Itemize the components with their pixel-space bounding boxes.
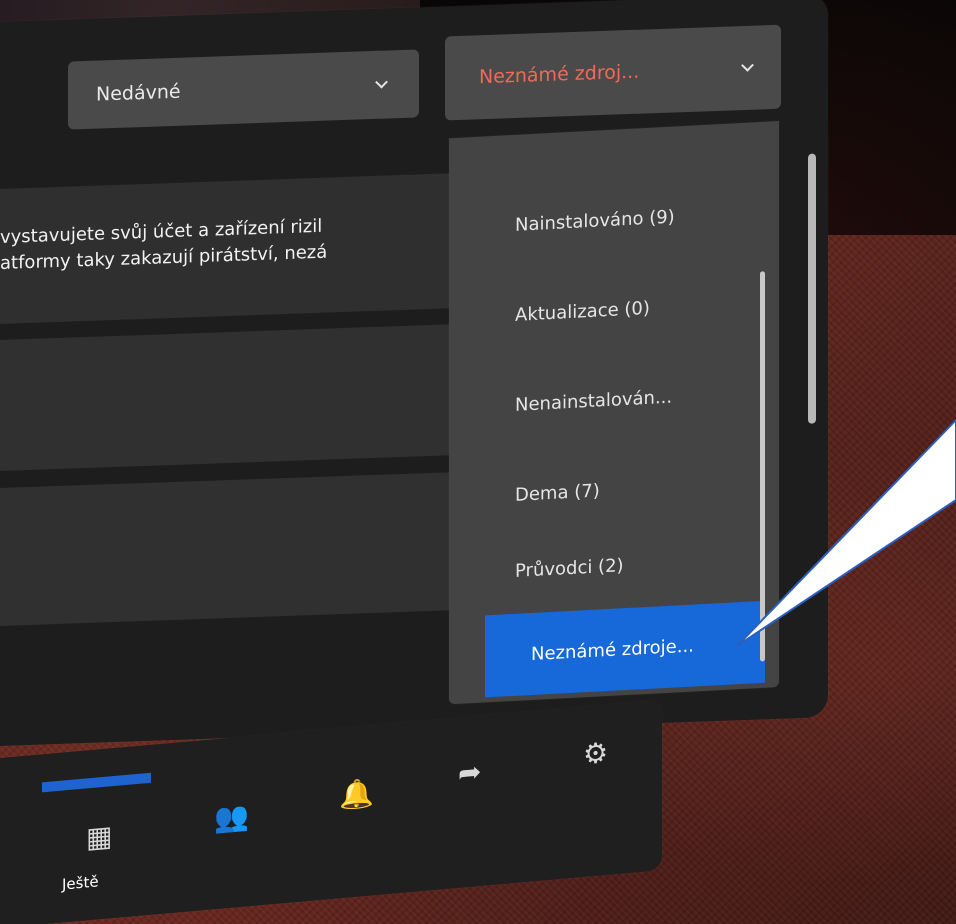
chevron-down-icon [375, 77, 389, 91]
menu-item-label: Dema (7) [515, 479, 600, 506]
menu-item-not-installed[interactable]: Nenainstalován... [449, 366, 763, 434]
menu-item-label: Nenainstalován... [515, 386, 673, 416]
share-icon: ➦ [458, 754, 482, 790]
menu-item-installed[interactable]: Nainstalováno (9) [449, 186, 763, 254]
source-filter-label: Neznámé zdroj... [479, 60, 640, 89]
menu-item-unknown-sources[interactable]: Neznámé zdroje... [485, 600, 765, 698]
menu-item-label: Neznámé zdroje... [531, 634, 694, 665]
warning-card: vystavujete svůj účet a zařízení rizil a… [0, 173, 458, 324]
library-icon: ▦ [86, 819, 113, 855]
chevron-down-icon [741, 61, 755, 75]
menu-item-updates[interactable]: Aktualizace (0) [449, 276, 763, 344]
library-label: Ještě [62, 872, 99, 894]
callout-pointer [736, 418, 956, 647]
menu-item-demos[interactable]: Dema (7) [449, 456, 763, 524]
menu-item-label: Nainstalováno (9) [515, 205, 675, 236]
bell-icon: 🔔 [339, 776, 374, 813]
menu-item-label: Aktualizace (0) [515, 297, 650, 326]
filter-menu: Nainstalováno (9) Aktualizace (0) Nenain… [449, 121, 779, 705]
content-card [0, 472, 458, 626]
recent-dropdown[interactable]: Nedávné [68, 49, 419, 130]
menu-item-guides[interactable]: Průvodci (2) [449, 532, 763, 600]
people-icon: 👥 [214, 799, 249, 836]
library-panel: Nedávné Neznámé zdroj... vystavujete svů… [0, 0, 828, 746]
active-tab-indicator [42, 772, 151, 793]
vr-scene: Nedávné Neznámé zdroj... vystavujete svů… [0, 0, 956, 924]
settings-icon: ⚙ [583, 735, 609, 771]
source-filter-dropdown[interactable]: Neznámé zdroj... [445, 24, 781, 121]
panel-scrollbar[interactable] [808, 153, 816, 424]
menu-item-label: Průvodci (2) [515, 554, 624, 582]
recent-dropdown-label: Nedávné [96, 80, 181, 106]
content-card [0, 324, 458, 471]
